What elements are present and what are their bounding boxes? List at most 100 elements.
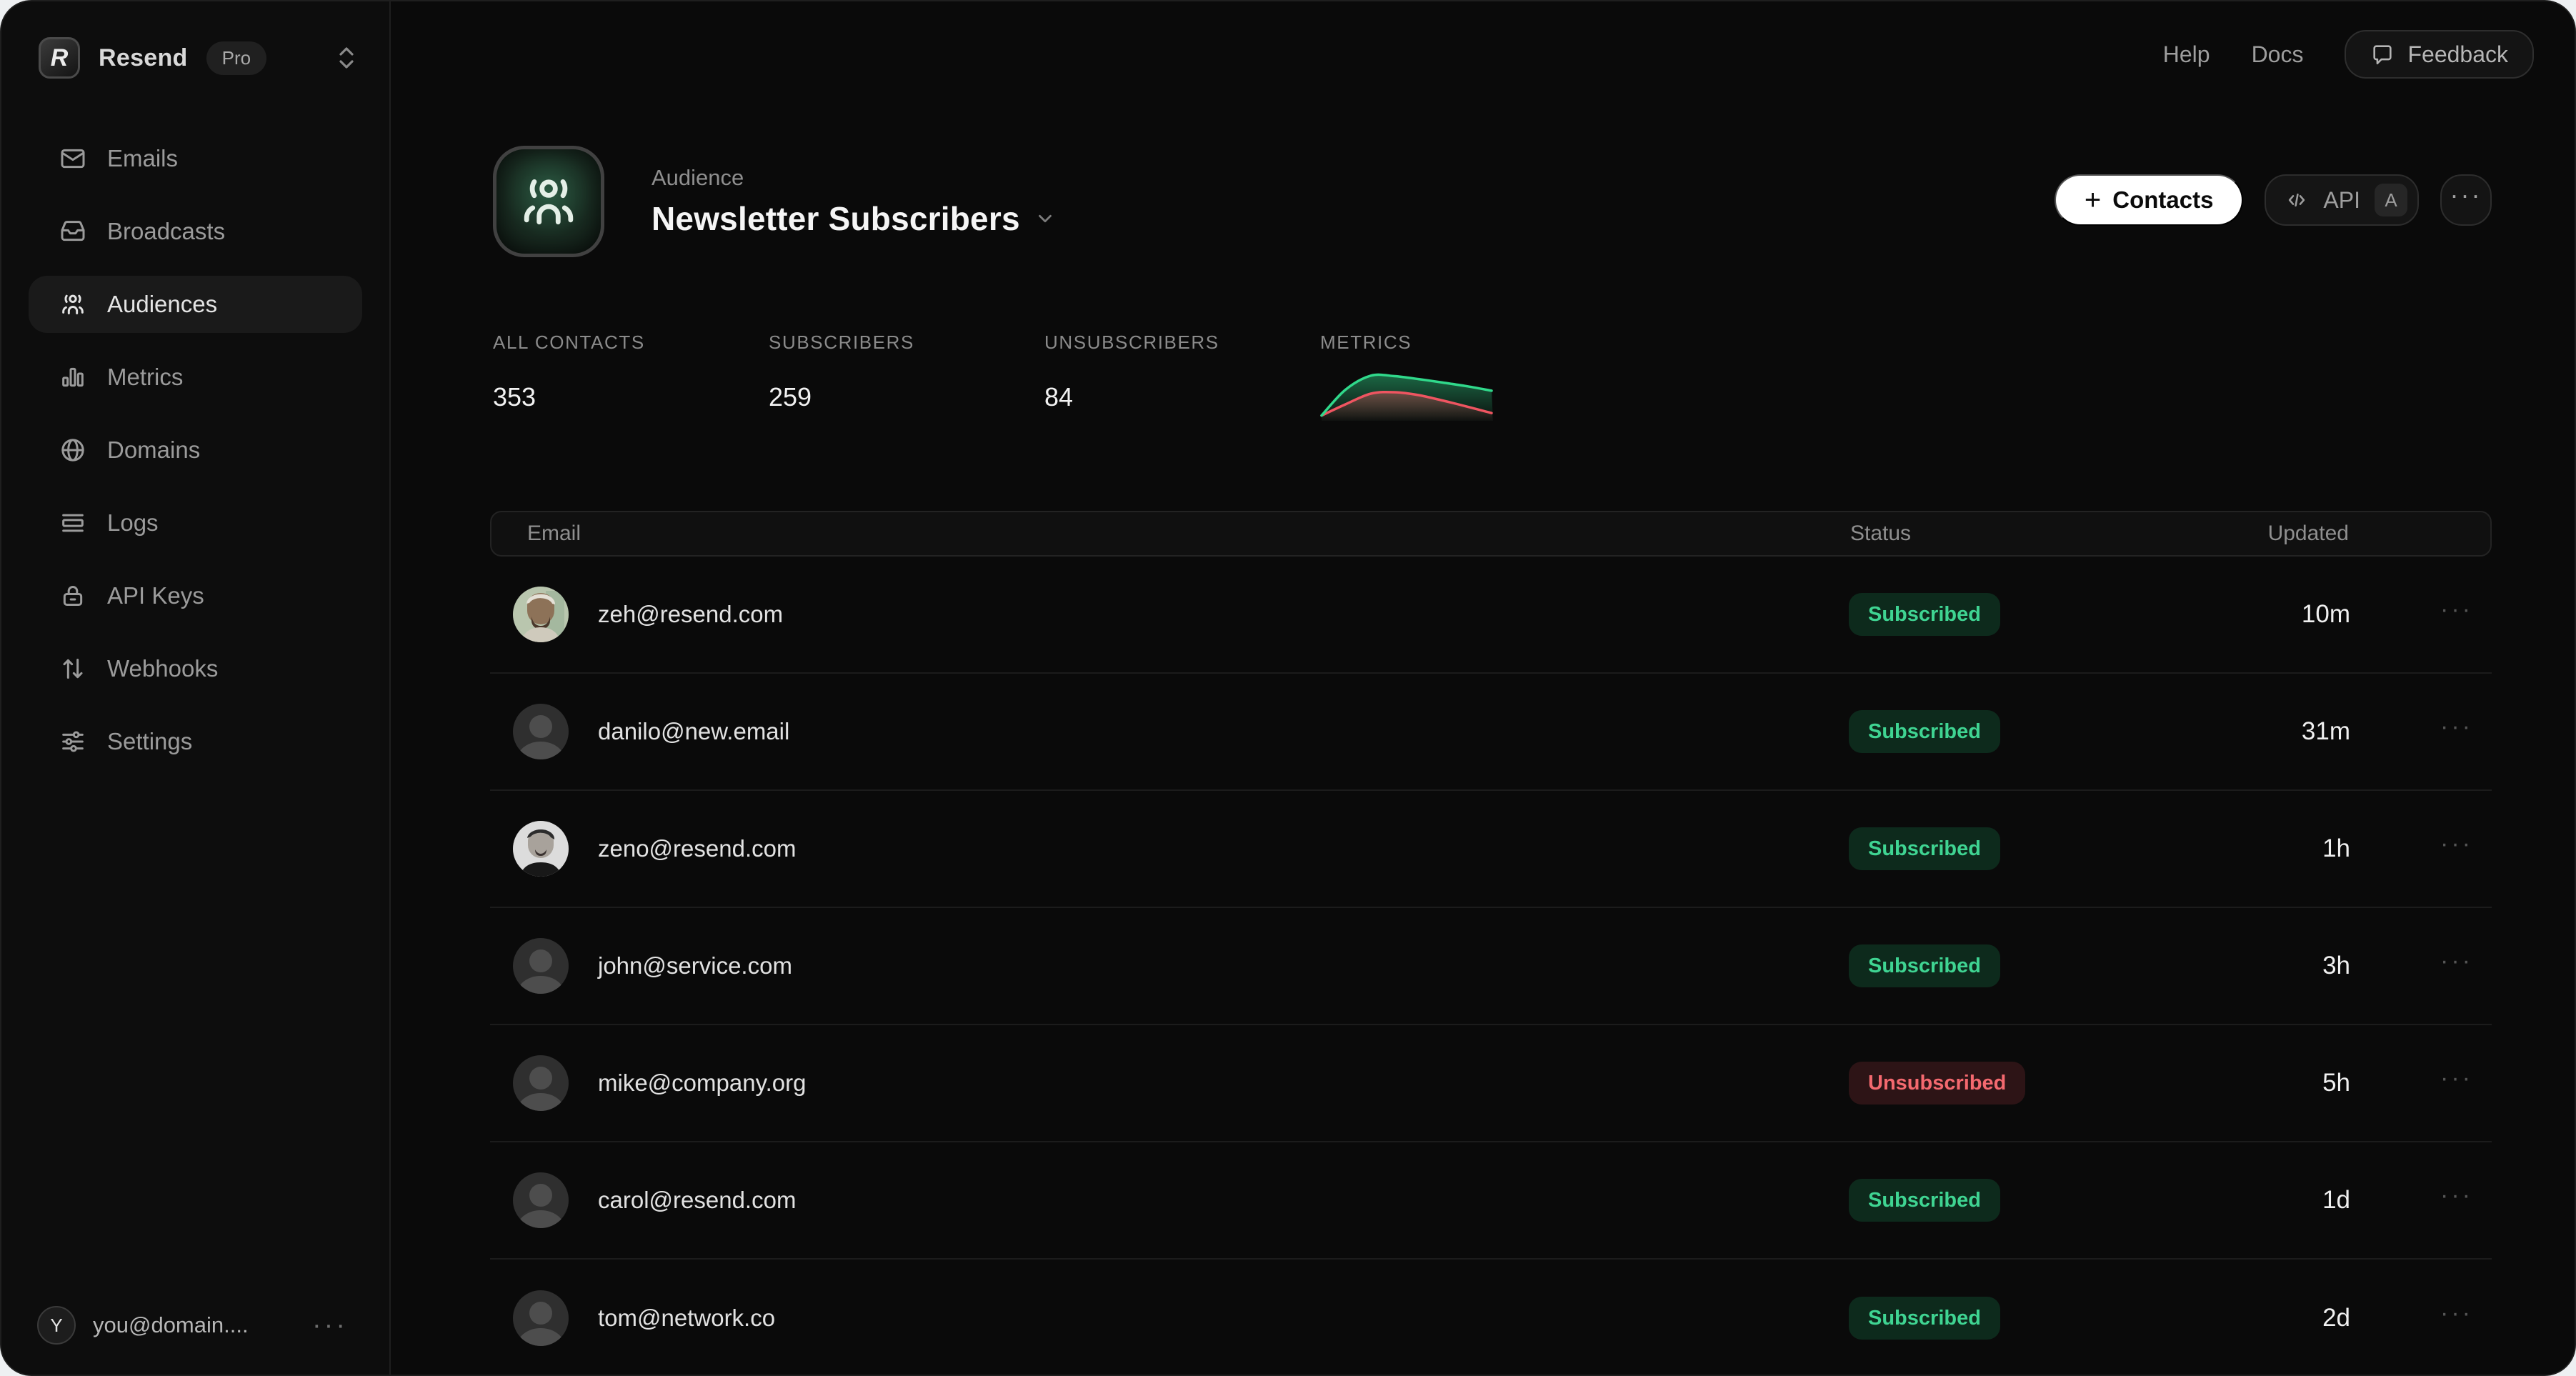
stat-subscribers: SUBSCRIBERS259 bbox=[769, 331, 1044, 426]
sidebar-item-webhooks[interactable]: Webhooks bbox=[29, 640, 362, 697]
sidebar-item-api-keys[interactable]: API Keys bbox=[29, 567, 362, 624]
status-badge: Subscribed bbox=[1849, 593, 2000, 636]
table-row[interactable]: mike@company.org Unsubscribed 5h ··· bbox=[490, 1025, 2492, 1142]
audience-selector[interactable]: Newsletter Subscribers bbox=[652, 199, 1056, 238]
contact-email: tom@network.co bbox=[598, 1305, 775, 1332]
updated-time: 2d bbox=[2322, 1304, 2350, 1332]
audience-icon bbox=[493, 146, 604, 257]
sidebar-item-label: API Keys bbox=[107, 582, 204, 609]
sidebar-item-label: Domains bbox=[107, 437, 200, 464]
stat-label: METRICS bbox=[1320, 331, 1596, 354]
contact-email: mike@company.org bbox=[598, 1070, 807, 1097]
row-more-icon[interactable]: ··· bbox=[2440, 961, 2473, 971]
stat-metrics: METRICS bbox=[1320, 331, 1596, 426]
chevron-up-down-icon[interactable] bbox=[335, 44, 358, 71]
updated-time: 1d bbox=[2322, 1186, 2350, 1215]
status-badge: Subscribed bbox=[1849, 1179, 2000, 1222]
api-button[interactable]: API A bbox=[2265, 174, 2419, 226]
sidebar-item-logs[interactable]: Logs bbox=[29, 494, 362, 552]
row-more-icon[interactable]: ··· bbox=[2440, 1078, 2473, 1088]
metrics-sparkline bbox=[1320, 367, 1494, 422]
brand-name: Resend bbox=[99, 44, 188, 72]
header-actions: + Contacts API A ··· bbox=[2055, 174, 2492, 226]
sidebar-item-label: Settings bbox=[107, 728, 192, 755]
metrics-chart bbox=[1320, 367, 1596, 426]
sidebar-item-domains[interactable]: Domains bbox=[29, 422, 362, 479]
sidebar-item-label: Emails bbox=[107, 145, 178, 172]
table-row[interactable]: tom@network.coSubscribed2d··· bbox=[490, 1260, 2492, 1376]
audience-eyebrow: Audience bbox=[652, 165, 1056, 191]
audience-title-block: Audience Newsletter Subscribers bbox=[652, 165, 1056, 238]
table-row[interactable]: zeno@resend.com Subscribed 1h ··· bbox=[490, 791, 2492, 908]
feedback-label: Feedback bbox=[2407, 41, 2508, 68]
envelope-icon bbox=[59, 144, 87, 173]
sidebar-item-audiences[interactable]: Audiences bbox=[29, 276, 362, 333]
contacts-table: Email Status Updated zeh@resend.comSubsc… bbox=[490, 511, 2492, 1376]
arrows-icon bbox=[59, 654, 87, 683]
app-window: R Resend Pro Emails Broadcasts Audiences Me… bbox=[0, 0, 2576, 1376]
status-badge: Subscribed bbox=[1849, 827, 2000, 870]
updated-time: 31m bbox=[2302, 717, 2350, 746]
main-content: Help Docs Feedback Audience bbox=[391, 1, 2575, 1375]
table-header: Email Status Updated bbox=[490, 511, 2492, 557]
sidebar-item-emails[interactable]: Emails bbox=[29, 130, 362, 187]
row-more-icon[interactable]: ··· bbox=[2440, 844, 2473, 854]
account-more-icon[interactable]: ··· bbox=[312, 1318, 348, 1332]
docs-link[interactable]: Docs bbox=[2252, 41, 2304, 68]
api-label: API bbox=[2323, 187, 2360, 214]
table-row[interactable]: danilo@new.emailSubscribed31m··· bbox=[490, 674, 2492, 791]
add-contacts-button[interactable]: + Contacts bbox=[2055, 174, 2244, 226]
row-more-icon[interactable]: ··· bbox=[2440, 609, 2473, 619]
chat-bubble-icon bbox=[2370, 42, 2395, 66]
contact-avatar bbox=[513, 821, 569, 877]
topbar: Help Docs Feedback bbox=[2163, 30, 2534, 79]
globe-icon bbox=[59, 436, 87, 464]
updated-time: 1h bbox=[2322, 834, 2350, 863]
keyboard-shortcut-badge: A bbox=[2375, 184, 2407, 216]
table-row[interactable]: zeh@resend.comSubscribed10m··· bbox=[490, 557, 2492, 674]
account-menu[interactable]: Y you@domain.... ··· bbox=[1, 1306, 389, 1375]
help-link[interactable]: Help bbox=[2163, 41, 2210, 68]
stat-value: 353 bbox=[493, 382, 769, 412]
row-more-icon[interactable]: ··· bbox=[2440, 1313, 2473, 1323]
rows-icon bbox=[59, 509, 87, 537]
sidebar-item-broadcasts[interactable]: Broadcasts bbox=[29, 203, 362, 260]
column-header-updated: Updated bbox=[2268, 522, 2349, 546]
sidebar-item-label: Broadcasts bbox=[107, 218, 225, 245]
contact-email: zeno@resend.com bbox=[598, 835, 796, 862]
feedback-button[interactable]: Feedback bbox=[2345, 30, 2534, 79]
add-contacts-label: Contacts bbox=[2112, 186, 2213, 214]
workspace-switcher[interactable]: R Resend Pro bbox=[1, 1, 389, 79]
sidebar-item-settings[interactable]: Settings bbox=[29, 713, 362, 770]
stat-label: UNSUBSCRIBERS bbox=[1044, 331, 1320, 354]
status-badge: Unsubscribed bbox=[1849, 1062, 2025, 1105]
sidebar-item-label: Webhooks bbox=[107, 655, 218, 682]
sidebar-item-label: Metrics bbox=[107, 364, 183, 391]
more-options-button[interactable]: ··· bbox=[2440, 174, 2492, 226]
contact-email: john@service.com bbox=[598, 952, 792, 979]
sliders-icon bbox=[59, 727, 87, 756]
row-more-icon[interactable]: ··· bbox=[2440, 1195, 2473, 1205]
sidebar-item-label: Audiences bbox=[107, 291, 217, 318]
stat-value: 259 bbox=[769, 382, 1044, 412]
contact-avatar-placeholder bbox=[513, 704, 569, 759]
sidebar: R Resend Pro Emails Broadcasts Audiences Me… bbox=[1, 1, 391, 1375]
updated-time: 5h bbox=[2322, 1069, 2350, 1097]
code-icon bbox=[2285, 188, 2309, 212]
page-title: Newsletter Subscribers bbox=[652, 199, 1020, 238]
sidebar-item-metrics[interactable]: Metrics bbox=[29, 349, 362, 406]
contact-avatar-placeholder bbox=[513, 1055, 569, 1111]
resend-logo-icon: R bbox=[39, 37, 80, 79]
contact-avatar bbox=[513, 587, 569, 642]
column-header-email: Email bbox=[527, 522, 581, 546]
contact-email: carol@resend.com bbox=[598, 1187, 796, 1214]
status-badge: Subscribed bbox=[1849, 710, 2000, 753]
updated-time: 10m bbox=[2302, 600, 2350, 629]
row-more-icon[interactable]: ··· bbox=[2440, 727, 2473, 737]
contact-avatar-placeholder bbox=[513, 1290, 569, 1346]
table-row[interactable]: john@service.comSubscribed3h··· bbox=[490, 908, 2492, 1025]
sidebar-item-label: Logs bbox=[107, 509, 159, 537]
table-row[interactable]: carol@resend.com Subscribed 1d ··· bbox=[490, 1142, 2492, 1260]
updated-time: 3h bbox=[2322, 952, 2350, 980]
chevron-down-icon bbox=[1034, 208, 1056, 229]
